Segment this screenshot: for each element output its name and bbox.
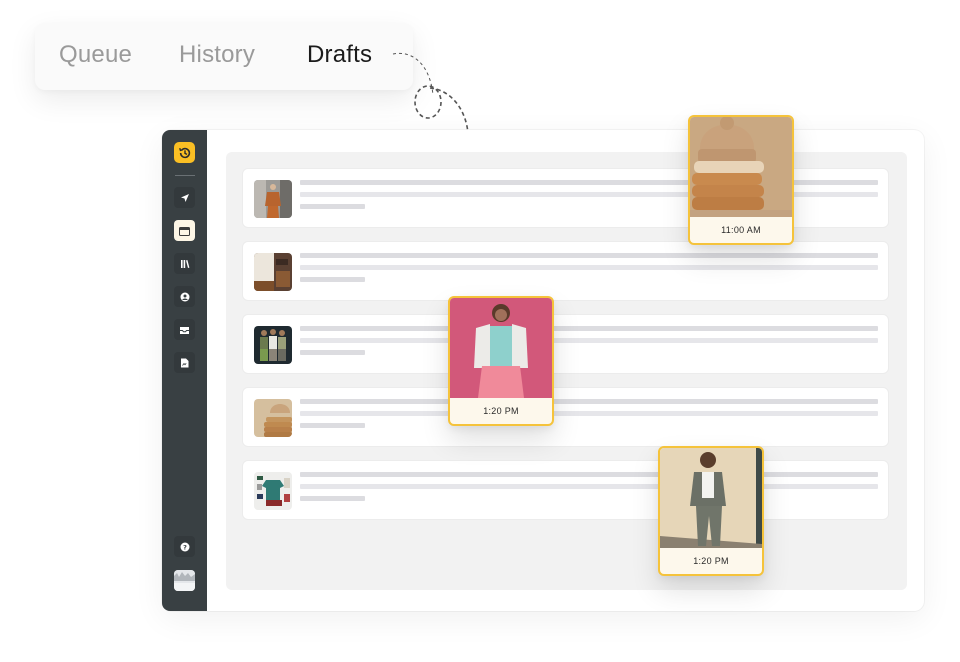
library-icon [180, 259, 189, 268]
placeholder-line [300, 423, 365, 428]
draft-thumbnail [254, 180, 292, 218]
sidebar-item-calendar[interactable] [174, 220, 195, 241]
placeholder-line [300, 265, 878, 270]
draft-thumbnail [254, 253, 292, 291]
post-time: 1:20 PM [693, 556, 729, 566]
placeholder-line [300, 484, 878, 489]
tab-drafts[interactable]: Drafts [307, 41, 372, 69]
placeholder-line [300, 338, 878, 343]
post-image-tracksuit [660, 448, 762, 548]
placeholder-line [300, 411, 878, 416]
post-time: 11:00 AM [721, 225, 761, 235]
sidebar-item-profile[interactable] [174, 286, 195, 307]
post-time: 1:20 PM [483, 406, 519, 416]
sidebar-item-help[interactable]: ? [174, 536, 195, 557]
post-image-beanie [690, 117, 792, 217]
inbox-icon [180, 326, 189, 334]
help-icon: ? [180, 542, 189, 551]
sidebar-divider [175, 175, 195, 176]
sidebar: ? [162, 130, 207, 611]
user-avatar[interactable] [174, 570, 195, 591]
scheduled-post-card[interactable]: 11:00 AM [688, 115, 794, 245]
history-clock-icon[interactable] [174, 142, 195, 163]
drafts-panel [226, 152, 907, 590]
calendar-icon [179, 226, 190, 236]
tab-queue[interactable]: Queue [59, 41, 132, 69]
send-icon [180, 193, 189, 202]
placeholder-line [300, 399, 878, 404]
placeholder-line [300, 277, 365, 282]
draft-thumbnail [254, 472, 292, 510]
placeholder-line [300, 350, 365, 355]
draft-thumbnail [254, 326, 292, 364]
placeholder-line [300, 326, 878, 331]
sidebar-item-documents[interactable] [174, 352, 195, 373]
sidebar-item-inbox[interactable] [174, 319, 195, 340]
draft-row[interactable] [242, 241, 889, 301]
user-circle-icon [180, 292, 189, 301]
scheduled-post-card[interactable]: 1:20 PM [658, 446, 764, 576]
sidebar-item-send[interactable] [174, 187, 195, 208]
placeholder-line [300, 496, 365, 501]
svg-text:?: ? [183, 543, 187, 551]
document-icon [181, 358, 189, 367]
draft-row[interactable] [242, 387, 889, 447]
post-image-pink [450, 298, 552, 398]
placeholder-line [300, 472, 878, 477]
scheduled-post-card[interactable]: 1:20 PM [448, 296, 554, 426]
draft-row[interactable] [242, 314, 889, 374]
placeholder-line [300, 253, 878, 258]
placeholder-line [300, 204, 365, 209]
draft-row[interactable] [242, 460, 889, 520]
tabs-popover: Queue History Drafts [35, 23, 413, 90]
sidebar-item-library[interactable] [174, 253, 195, 274]
tab-history[interactable]: History [179, 41, 255, 69]
draft-thumbnail [254, 399, 292, 437]
